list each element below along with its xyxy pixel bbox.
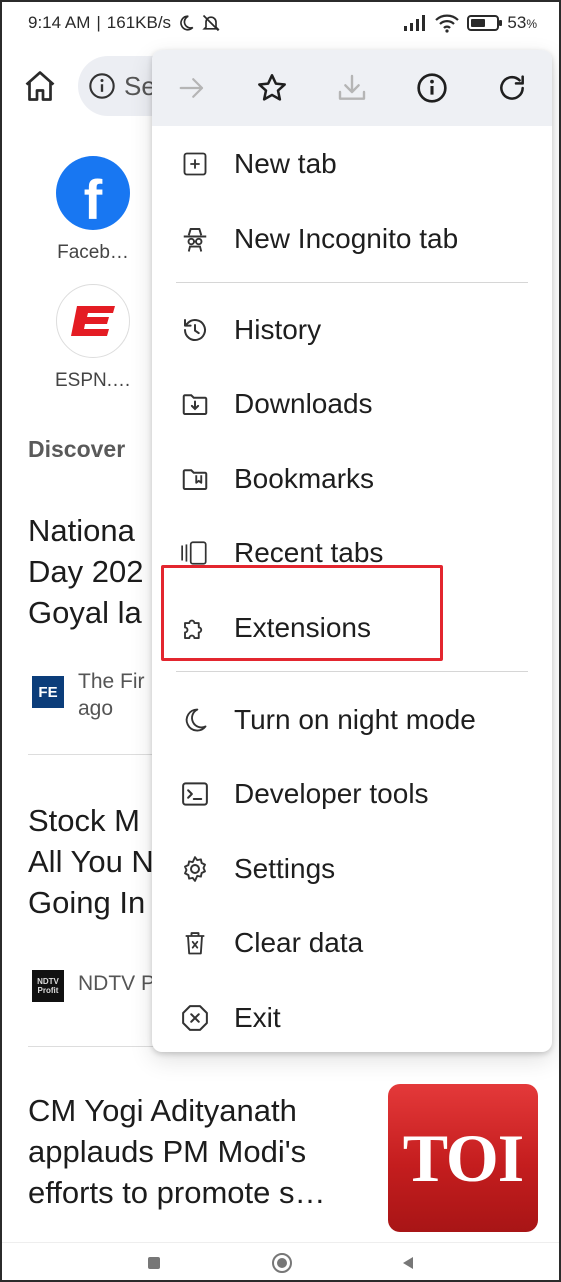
- menu-item-new-incognito-tab[interactable]: New Incognito tab: [152, 206, 552, 272]
- recent-tabs-icon: [180, 538, 210, 568]
- muted-bell-icon: [201, 13, 221, 33]
- menu-item-label: Developer tools: [234, 778, 429, 809]
- source-logo: FE: [32, 676, 64, 708]
- download-folder-icon: [180, 389, 210, 419]
- network-speed: 161KB/s: [106, 13, 172, 32]
- status-separator: |: [96, 13, 101, 32]
- source-logo: NDTV Profit: [32, 970, 64, 1002]
- menu-item-night-mode[interactable]: Turn on night mode: [152, 687, 552, 753]
- status-right: 53%: [403, 13, 537, 33]
- download-page-button[interactable]: [332, 68, 372, 108]
- battery-level: 53%: [507, 13, 537, 32]
- menu-item-label: New tab: [234, 148, 337, 179]
- menu-separator: [176, 671, 528, 672]
- source-text: The Fir ago: [78, 670, 145, 720]
- bookmark-star-button[interactable]: [252, 68, 292, 108]
- incognito-icon: [180, 224, 210, 254]
- forward-button[interactable]: [172, 68, 212, 108]
- article-source: NDTV Profit NDTV P: [32, 970, 155, 1002]
- menu-item-settings[interactable]: Settings: [152, 836, 552, 902]
- site-info-icon[interactable]: [88, 72, 116, 100]
- system-nav-bar: [2, 1242, 559, 1280]
- home-icon[interactable]: [22, 68, 58, 104]
- menu-item-label: Settings: [234, 853, 336, 884]
- phone-screen: 9:14 AM | 161KB/s 53% Se f Faceb… ESPN.……: [0, 0, 561, 1282]
- signal-icon: [403, 14, 427, 32]
- back-button[interactable]: [396, 1251, 420, 1275]
- wifi-icon: [435, 13, 460, 33]
- shortcut-label: Faceb…: [57, 242, 129, 263]
- status-bar: 9:14 AM | 161KB/s 53%: [2, 2, 559, 44]
- menu-item-label: Exit: [234, 1002, 281, 1033]
- thumbnail-text: TOI: [402, 1119, 524, 1196]
- discover-heading: Discover: [28, 436, 126, 462]
- article-thumbnail[interactable]: TOI: [388, 1084, 538, 1232]
- menu-item-label: History: [234, 314, 322, 345]
- espn-icon: [56, 284, 130, 358]
- terminal-icon: [180, 779, 210, 809]
- moon-status-icon: [177, 14, 195, 32]
- menu-item-label: Bookmarks: [234, 463, 375, 494]
- menu-item-label: Clear data: [234, 927, 364, 958]
- shortcut-facebook[interactable]: f Faceb…: [54, 156, 132, 264]
- shortcut-espn[interactable]: ESPN.…: [54, 284, 132, 392]
- history-icon: [180, 315, 210, 345]
- close-circle-icon: [180, 1003, 210, 1033]
- browser-menu: New tab New Incognito tab History Downlo…: [152, 50, 552, 1052]
- page-info-button[interactable]: [412, 68, 452, 108]
- menu-item-developer-tools[interactable]: Developer tools: [152, 761, 552, 827]
- recents-button[interactable]: [142, 1251, 166, 1275]
- article-title[interactable]: CM Yogi Adityanath applauds PM Modi's ef…: [28, 1090, 378, 1213]
- shortcut-label: ESPN.…: [54, 370, 132, 391]
- menu-toolbar: [152, 50, 552, 126]
- article-source: FE The Fir ago: [32, 668, 145, 722]
- menu-item-label: Downloads: [234, 388, 373, 419]
- menu-item-history[interactable]: History: [152, 297, 552, 363]
- menu-item-exit[interactable]: Exit: [152, 985, 552, 1051]
- plus-square-icon: [180, 149, 210, 179]
- menu-item-downloads[interactable]: Downloads: [152, 371, 552, 437]
- menu-item-bookmarks[interactable]: Bookmarks: [152, 446, 552, 512]
- bookmarks-folder-icon: [180, 464, 210, 494]
- source-text: NDTV P: [78, 972, 156, 995]
- status-left: 9:14 AM | 161KB/s: [28, 13, 221, 33]
- menu-item-clear-data[interactable]: Clear data: [152, 910, 552, 976]
- menu-item-recent-tabs[interactable]: Recent tabs: [152, 520, 552, 586]
- menu-item-extensions[interactable]: Extensions: [152, 595, 552, 661]
- puzzle-icon: [180, 613, 210, 643]
- menu-separator: [176, 282, 528, 283]
- article-title[interactable]: Stock M All You N Going In: [28, 800, 154, 923]
- home-button[interactable]: [270, 1251, 294, 1275]
- moon-icon: [180, 705, 210, 735]
- battery-icon: [467, 15, 503, 31]
- refresh-button[interactable]: [492, 68, 532, 108]
- article-title[interactable]: Nationa Day 202 Goyal la: [28, 510, 143, 633]
- menu-item-label: Extensions: [234, 612, 371, 643]
- menu-item-new-tab[interactable]: New tab: [152, 131, 552, 197]
- menu-item-label: Turn on night mode: [234, 704, 476, 735]
- clock: 9:14 AM: [28, 13, 91, 32]
- menu-item-label: Recent tabs: [234, 537, 384, 568]
- menu-item-label: New Incognito tab: [234, 223, 459, 254]
- facebook-icon: f: [56, 156, 130, 231]
- gear-icon: [180, 854, 210, 884]
- trash-icon: [180, 928, 210, 958]
